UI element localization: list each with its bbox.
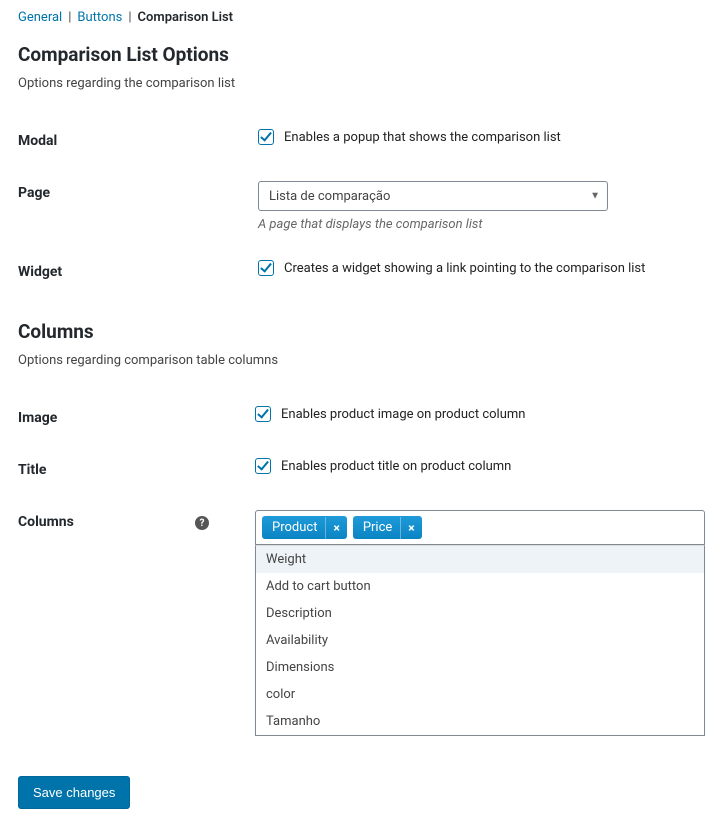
form-table-comparison: Modal Enables a popup that shows the com… (18, 115, 705, 298)
submit-row: Save changes (18, 776, 705, 809)
section-title-comparison-options: Comparison List Options (18, 43, 705, 66)
section-desc-comparison-options: Options regarding the comparison list (18, 76, 705, 91)
remove-tag-icon[interactable]: × (400, 517, 421, 539)
columns-multiselect[interactable]: Product×Price× (255, 510, 705, 545)
row-modal: Modal Enables a popup that shows the com… (18, 115, 705, 167)
save-button[interactable]: Save changes (18, 776, 130, 809)
label-title: Title (18, 444, 235, 496)
tab-separator: | (128, 10, 131, 25)
label-page: Page (18, 167, 238, 246)
row-columns: Columns ? Product×Price× WeightAdd to ca… (18, 496, 705, 750)
page-select-value[interactable]: Lista de comparação (258, 181, 608, 211)
settings-subtabs: General | Buttons | Comparison List (18, 10, 705, 25)
columns-option[interactable]: Tamanho (256, 708, 704, 735)
columns-option[interactable]: Dimensions (256, 654, 704, 681)
label-widget: Widget (18, 246, 238, 298)
modal-checkbox-text: Enables a popup that shows the compariso… (284, 130, 561, 145)
columns-option[interactable]: Weight (256, 546, 704, 573)
widget-checkbox[interactable] (258, 260, 274, 276)
tab-separator: | (68, 10, 71, 25)
row-page: Page Lista de comparação ▼ A page that d… (18, 167, 705, 246)
columns-option[interactable]: color (256, 681, 704, 708)
label-image: Image (18, 392, 235, 444)
section-title-columns: Columns (18, 320, 705, 343)
tab-comparison-list[interactable]: Comparison List (138, 10, 234, 25)
label-columns: Columns (18, 514, 74, 530)
title-checkbox-label[interactable]: Enables product title on product column (255, 458, 511, 474)
widget-checkbox-text: Creates a widget showing a link pointing… (284, 261, 645, 276)
image-checkbox-label[interactable]: Enables product image on product column (255, 406, 525, 422)
row-image: Image Enables product image on product c… (18, 392, 705, 444)
columns-option[interactable]: Description (256, 600, 704, 627)
section-desc-columns: Options regarding comparison table colum… (18, 353, 705, 368)
row-widget: Widget Creates a widget showing a link p… (18, 246, 705, 298)
columns-option[interactable]: Add to cart button (256, 573, 704, 600)
form-table-columns: Image Enables product image on product c… (18, 392, 705, 750)
columns-tag-label: Price (353, 516, 400, 539)
tab-general[interactable]: General (18, 10, 62, 25)
image-checkbox[interactable] (255, 406, 271, 422)
modal-checkbox-label[interactable]: Enables a popup that shows the compariso… (258, 129, 561, 145)
columns-tag[interactable]: Product× (262, 516, 347, 539)
tab-buttons[interactable]: Buttons (77, 10, 122, 25)
label-modal: Modal (18, 115, 238, 167)
title-checkbox[interactable] (255, 458, 271, 474)
row-title: Title Enables product title on product c… (18, 444, 705, 496)
modal-checkbox[interactable] (258, 129, 274, 145)
columns-tag[interactable]: Price× (353, 516, 422, 539)
columns-option[interactable]: Availability (256, 627, 704, 654)
title-checkbox-text: Enables product title on product column (281, 459, 511, 474)
remove-tag-icon[interactable]: × (325, 517, 346, 539)
columns-tag-label: Product (262, 516, 325, 539)
page-select[interactable]: Lista de comparação ▼ (258, 181, 608, 211)
page-help-text: A page that displays the comparison list (258, 217, 705, 232)
widget-checkbox-label[interactable]: Creates a widget showing a link pointing… (258, 260, 645, 276)
image-checkbox-text: Enables product image on product column (281, 407, 525, 422)
help-tip-icon[interactable]: ? (195, 516, 209, 530)
columns-dropdown[interactable]: WeightAdd to cart buttonDescriptionAvail… (255, 545, 705, 736)
